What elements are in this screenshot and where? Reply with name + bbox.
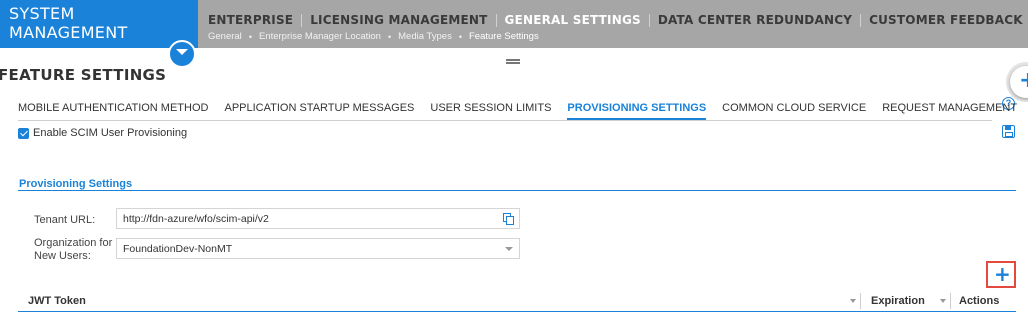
scim-toggle-row: Enable SCIM User Provisioning: [18, 127, 187, 139]
enable-scim-label[interactable]: Enable SCIM User Provisioning: [33, 127, 187, 139]
nav-general-settings[interactable]: GENERAL SETTINGS: [505, 13, 641, 27]
tab-common-cloud-service[interactable]: COMMON CLOUD SERVICE: [722, 97, 866, 120]
feature-tabs: MOBILE AUTHENTICATION METHOD APPLICATION…: [18, 97, 1017, 121]
page-title: FEATURE SETTINGS: [0, 66, 167, 84]
brand-line-1: SYSTEM: [9, 4, 75, 23]
organization-value: FoundationDev-NonMT: [123, 243, 233, 255]
subnav-bullet: •: [248, 31, 252, 42]
organization-select[interactable]: FoundationDev-NonMT: [116, 238, 520, 259]
nav-enterprise[interactable]: ENTERPRISE: [208, 13, 293, 27]
subnav-media-types[interactable]: Media Types: [398, 31, 452, 42]
drag-handle-icon[interactable]: [506, 59, 520, 64]
nav-divider: [301, 13, 303, 27]
app-brand[interactable]: SYSTEM MANAGEMENT: [0, 0, 198, 48]
filter-icon[interactable]: [940, 299, 946, 303]
section-divider: [18, 190, 1016, 191]
chevron-down-icon[interactable]: [168, 40, 196, 68]
column-expiration[interactable]: Expiration: [871, 290, 925, 311]
organization-label-line-2: New Users:: [34, 250, 91, 262]
column-jwt-token[interactable]: JWT Token: [28, 290, 86, 311]
column-actions: Actions: [959, 295, 1000, 307]
nav-data-center-redundancy[interactable]: DATA CENTER REDUNDANCY: [658, 13, 852, 27]
chevron-down-icon: [505, 247, 513, 251]
plus-icon: +: [1019, 70, 1028, 92]
nav-licensing-management[interactable]: LICENSING MANAGEMENT: [310, 13, 487, 27]
tenant-url-label: Tenant URL:: [34, 214, 96, 226]
tenant-url-field[interactable]: http://fdn-azure/wfo/scim-api/v2: [116, 208, 520, 229]
save-icon[interactable]: [1002, 125, 1015, 138]
nav-divider: [648, 13, 650, 27]
organization-label-line-1: Organization for: [34, 237, 113, 249]
top-header: SYSTEM MANAGEMENT ENTERPRISE LICENSING M…: [0, 0, 1028, 48]
nav-divider: [495, 13, 497, 27]
tab-mobile-authentication-method[interactable]: MOBILE AUTHENTICATION METHOD: [18, 97, 208, 120]
plus-icon: +: [994, 262, 1011, 286]
tenant-url-value: http://fdn-azure/wfo/scim-api/v2: [123, 213, 269, 225]
tab-user-session-limits[interactable]: USER SESSION LIMITS: [430, 97, 551, 120]
column-divider: [860, 293, 861, 309]
section-title: Provisioning Settings: [19, 178, 133, 190]
nav-customer-feedback[interactable]: CUSTOMER FEEDBACK: [869, 13, 1023, 27]
subnav-feature-settings[interactable]: Feature Settings: [469, 31, 539, 42]
filter-icon[interactable]: [850, 299, 856, 303]
subnav-general[interactable]: General: [208, 31, 242, 42]
add-jwt-token-button[interactable]: +: [986, 261, 1016, 288]
organization-label: Organization for New Users:: [34, 237, 112, 263]
subnav-bullet: •: [387, 31, 392, 42]
column-divider: [950, 293, 951, 309]
enable-scim-checkbox[interactable]: [18, 127, 29, 139]
copy-icon[interactable]: [503, 213, 514, 225]
tab-application-startup-messages[interactable]: APPLICATION STARTUP MESSAGES: [224, 97, 414, 120]
main-nav: ENTERPRISE LICENSING MANAGEMENT GENERAL …: [208, 13, 1023, 27]
sub-nav: General • Enterprise Manager Location • …: [208, 31, 539, 42]
brand-line-2: MANAGEMENT: [9, 23, 128, 42]
nav-divider: [860, 13, 862, 27]
subnav-bullet: •: [458, 31, 462, 42]
tab-provisioning-settings[interactable]: PROVISIONING SETTINGS: [567, 97, 707, 120]
jwt-token-table-header: JWT Token Expiration Actions: [18, 290, 1016, 312]
subnav-enterprise-manager-location[interactable]: Enterprise Manager Location: [259, 31, 381, 42]
tab-request-management[interactable]: REQUEST MANAGEMENT: [882, 97, 1017, 120]
